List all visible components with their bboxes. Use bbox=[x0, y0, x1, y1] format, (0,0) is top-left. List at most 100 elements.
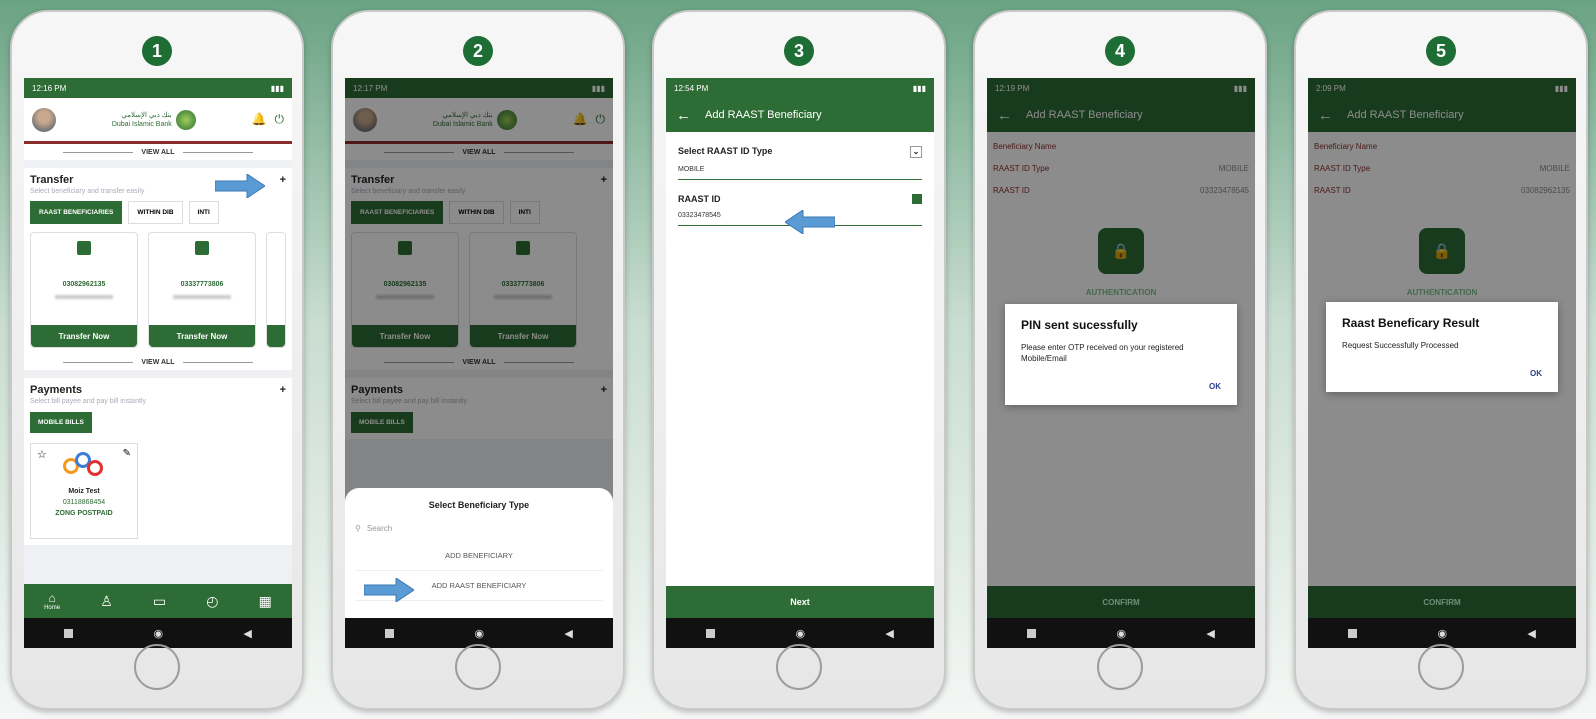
search-field[interactable]: ⚲ Search bbox=[355, 524, 603, 541]
step-badge: 5 bbox=[1426, 36, 1456, 66]
step-badge: 2 bbox=[463, 36, 493, 66]
zong-logo-icon bbox=[63, 450, 105, 478]
user-icon[interactable]: ♙ bbox=[100, 593, 113, 610]
bill-provider: ZONG POSTPAID bbox=[55, 510, 113, 517]
phone-1: 1 12:16 PM ▮▮▮ بنك دبي الإسلامي Dubai Isla… bbox=[10, 10, 304, 710]
bill-number: 03118868454 bbox=[62, 499, 106, 506]
bank-logo: بنك دبي الإسلامي Dubai Islamic Bank bbox=[111, 109, 196, 130]
recent-apps-icon[interactable] bbox=[1348, 628, 1358, 638]
tab-inti[interactable]: INTI bbox=[188, 201, 219, 224]
payments-title: Payments bbox=[30, 384, 82, 396]
step-badge: 1 bbox=[142, 36, 172, 66]
sheet-title: Select Beneficiary Type bbox=[428, 500, 530, 510]
page-title: Add RAAST Beneficiary bbox=[705, 109, 822, 121]
card-number: 03082962135 bbox=[62, 281, 106, 288]
home-circle-icon[interactable]: ◉ bbox=[1116, 627, 1126, 640]
raast-icon bbox=[912, 194, 922, 204]
dialog-message: Please enter OTP received on your regist… bbox=[1021, 343, 1184, 363]
view-all-link[interactable]: VIEW ALL bbox=[24, 144, 292, 160]
status-bar: 12:54 PM ▮▮▮ bbox=[666, 78, 934, 98]
arrow-pointer-icon bbox=[215, 174, 265, 198]
payments-subtitle: Select bill payee and pay bill instantly bbox=[30, 398, 146, 405]
dialog-title: PIN sent sucessfully bbox=[1021, 318, 1138, 332]
back-triangle-icon[interactable]: ◀ bbox=[885, 627, 893, 640]
home-circle-icon[interactable]: ◉ bbox=[795, 627, 805, 640]
bill-card[interactable]: ☆ ✎ Moiz Test 03118868454 ZONG POSTPAID bbox=[30, 443, 138, 539]
back-arrow-icon[interactable]: ← bbox=[676, 107, 691, 124]
search-icon: ⚲ bbox=[355, 524, 361, 533]
power-icon[interactable]: ⏻ bbox=[275, 112, 285, 127]
id-type-label: Select RAAST ID Type bbox=[678, 146, 773, 156]
recent-apps-icon[interactable] bbox=[1027, 628, 1037, 638]
mobile-bills-button[interactable]: MOBILE BILLS bbox=[30, 412, 92, 433]
next-button[interactable]: Next bbox=[666, 586, 934, 618]
view-all-link[interactable]: VIEW ALL bbox=[24, 354, 292, 370]
bottom-nav: ⌂ Home ♙ ▭ ◴ ▦ bbox=[24, 584, 292, 618]
back-triangle-icon[interactable]: ◀ bbox=[243, 627, 251, 640]
ok-button[interactable]: OK bbox=[1342, 369, 1542, 378]
screen-home: 12:16 PM ▮▮▮ بنك دبي الإسلامي Dubai Islami… bbox=[24, 78, 292, 648]
home-circle-icon[interactable]: ◉ bbox=[474, 627, 484, 640]
dialog-title: Raast Beneficary Result bbox=[1342, 316, 1480, 330]
nav-home-label: Home bbox=[44, 605, 61, 611]
chevron-down-icon[interactable]: ⌄ bbox=[910, 146, 922, 158]
home-icon[interactable]: ⌂ Home bbox=[44, 591, 60, 611]
recent-apps-icon[interactable] bbox=[385, 628, 395, 638]
phone-5: 5 2:09 PM ▮▮▮ ← Add RAAST Beneficiary Bene… bbox=[1294, 10, 1588, 710]
back-triangle-icon[interactable]: ◀ bbox=[1206, 627, 1214, 640]
phone-home-button bbox=[1418, 644, 1464, 690]
bell-icon[interactable]: 🔔 bbox=[252, 112, 267, 127]
transfer-now-button[interactable]: Transfer Now bbox=[149, 325, 255, 347]
tab-raast-beneficiaries[interactable]: RAAST BENEFICIARIES bbox=[30, 201, 123, 224]
signal-icon: ▮▮▮ bbox=[912, 83, 926, 93]
bank-name-ar: بنك دبي الإسلامي bbox=[121, 111, 172, 119]
card-icon[interactable]: ▭ bbox=[153, 593, 166, 610]
beneficiary-card-partial[interactable] bbox=[266, 232, 286, 348]
avatar[interactable] bbox=[32, 107, 56, 132]
edit-icon[interactable]: ✎ bbox=[123, 448, 131, 459]
option-add-beneficiary[interactable]: ADD BENEFICIARY bbox=[355, 541, 603, 571]
raast-icon bbox=[77, 241, 91, 255]
status-time: 12:54 PM bbox=[674, 83, 709, 93]
add-transfer-icon[interactable]: + bbox=[280, 174, 286, 186]
home-circle-icon[interactable]: ◉ bbox=[153, 627, 163, 640]
recent-apps-icon[interactable] bbox=[64, 628, 74, 638]
ok-button[interactable]: OK bbox=[1021, 382, 1221, 391]
recent-apps-icon[interactable] bbox=[706, 628, 716, 638]
bill-name: Moiz Test bbox=[68, 488, 100, 495]
beneficiary-card[interactable]: 03082962135 Transfer Now bbox=[30, 232, 138, 348]
raast-icon bbox=[195, 241, 209, 255]
phone-3: 3 12:54 PM ▮▮▮ ← Add RAAST Beneficiary Sel… bbox=[652, 10, 946, 710]
bank-name: Dubai Islamic Bank bbox=[111, 120, 172, 128]
phone-home-button bbox=[455, 644, 501, 690]
beneficiary-card[interactable]: 03337773806 Transfer Now bbox=[148, 232, 256, 348]
raast-id-label: RAAST ID bbox=[678, 194, 721, 204]
transfer-now-button[interactable]: Transfer Now bbox=[31, 325, 137, 347]
phone-home-button bbox=[134, 644, 180, 690]
grid-icon[interactable]: ▦ bbox=[259, 593, 272, 610]
pin-sent-dialog: PIN sent sucessfully Please enter OTP re… bbox=[1005, 304, 1237, 405]
globe-icon bbox=[175, 109, 196, 130]
back-triangle-icon[interactable]: ◀ bbox=[564, 627, 572, 640]
screen-select-type: 12:17 PM ▮▮▮ بنك دبي الإسلامي Dubai Islami… bbox=[345, 78, 613, 648]
dialog-message: Request Successfully Processed bbox=[1342, 341, 1459, 350]
status-time: 12:16 PM bbox=[32, 83, 67, 93]
card-number: 03337773806 bbox=[180, 281, 224, 288]
tab-within-dib[interactable]: WITHIN DIB bbox=[128, 201, 183, 224]
id-type-select[interactable]: MOBILE bbox=[678, 166, 922, 180]
history-icon[interactable]: ◴ bbox=[206, 593, 218, 610]
back-triangle-icon[interactable]: ◀ bbox=[1527, 627, 1535, 640]
screen-otp: 12:19 PM ▮▮▮ ← Add RAAST Beneficiary Benef… bbox=[987, 78, 1255, 648]
app-header: بنك دبي الإسلامي Dubai Islamic Bank 🔔 ⏻ bbox=[24, 98, 292, 144]
status-bar: 12:16 PM ▮▮▮ bbox=[24, 78, 292, 98]
phone-4: 4 12:19 PM ▮▮▮ ← Add RAAST Beneficiary Ben… bbox=[973, 10, 1267, 710]
result-dialog: Raast Beneficary Result Request Successf… bbox=[1326, 302, 1558, 392]
search-placeholder: Search bbox=[366, 524, 393, 533]
add-payment-icon[interactable]: + bbox=[280, 384, 286, 396]
star-icon[interactable]: ☆ bbox=[37, 448, 47, 461]
phone-home-button bbox=[776, 644, 822, 690]
title-bar: ← Add RAAST Beneficiary bbox=[666, 98, 934, 132]
transfer-title: Transfer bbox=[30, 174, 74, 186]
step-badge: 4 bbox=[1105, 36, 1135, 66]
home-circle-icon[interactable]: ◉ bbox=[1437, 627, 1447, 640]
